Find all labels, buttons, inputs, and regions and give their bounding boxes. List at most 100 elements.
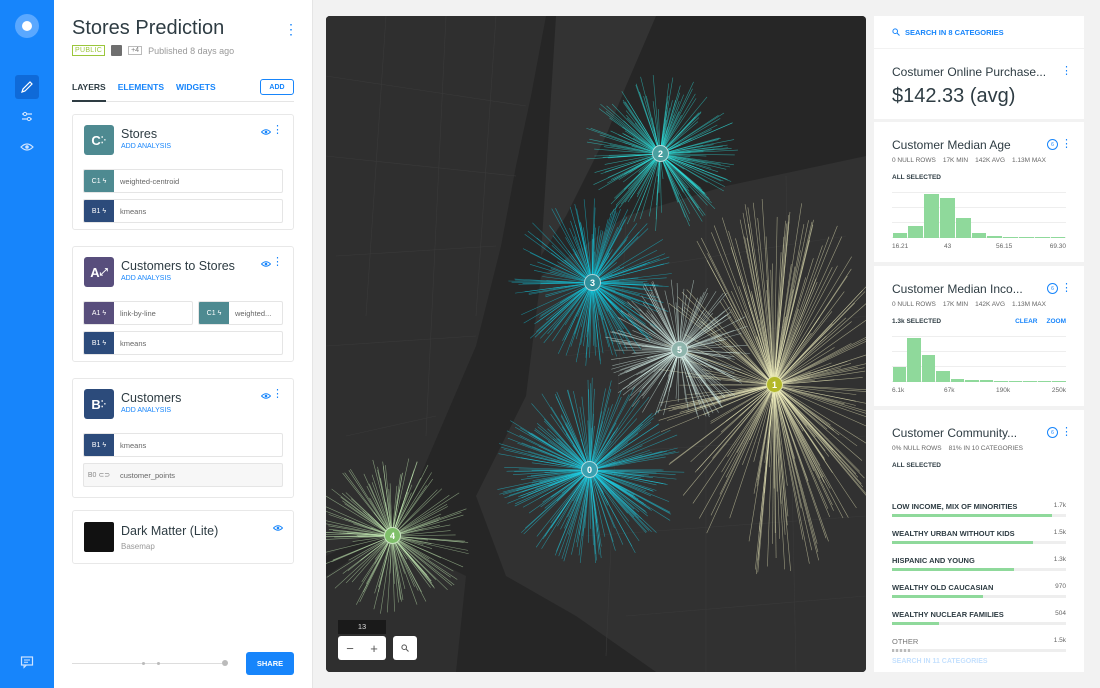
analysis-node[interactable]: C1 ϟ weighted... — [198, 301, 283, 325]
histogram-bar[interactable] — [965, 379, 979, 382]
histogram-bar[interactable] — [1008, 380, 1022, 382]
layer-letter-tile[interactable]: B ⁚· — [84, 389, 114, 419]
widget-info-icon[interactable]: 6 — [1047, 427, 1058, 438]
category-search-link[interactable]: SEARCH IN 11 CATEGORIES — [892, 658, 988, 665]
formula-value: $142.33 (avg) — [892, 85, 1016, 107]
timeline-slider[interactable] — [72, 660, 228, 666]
layer-name[interactable]: Customers to Stores — [121, 259, 235, 273]
basemap-card[interactable]: Dark Matter (Lite) Basemap — [72, 510, 294, 564]
histogram-bar[interactable] — [908, 225, 924, 238]
histogram-bar[interactable] — [1003, 237, 1019, 238]
layer-menu-icon[interactable]: ⋮ — [272, 389, 283, 400]
visibility-eye-icon[interactable] — [261, 128, 271, 136]
timeline-handle[interactable] — [222, 660, 228, 666]
widget-menu-icon[interactable]: ⋮ — [1061, 427, 1072, 438]
layer-name[interactable]: Stores — [121, 127, 157, 141]
histogram-bar[interactable] — [921, 354, 935, 382]
histogram-bar[interactable] — [892, 232, 908, 238]
layer-menu-icon[interactable]: ⋮ — [272, 125, 283, 136]
carto-logo-icon[interactable] — [15, 14, 39, 38]
analysis-node[interactable]: A1 ϟ link-by-line — [83, 301, 193, 325]
category-row[interactable]: OTHER 1.5k — [892, 637, 1066, 657]
histogram-bar[interactable] — [892, 366, 906, 382]
zoom-out-button[interactable]: − — [338, 636, 362, 660]
analysis-node[interactable]: B1 ϟ kmeans — [83, 331, 283, 355]
histogram-bar[interactable] — [924, 194, 939, 238]
histogram-bar[interactable] — [907, 338, 921, 382]
basemap-name[interactable]: Dark Matter (Lite) — [121, 524, 218, 538]
map-options-menu-icon[interactable]: ⋮ — [284, 22, 298, 36]
layer-card-stores[interactable]: C ⁚· Stores ADD ANALYSIS ⋮ C1 ϟ weighted-c… — [72, 114, 294, 230]
histogram-bar[interactable] — [950, 378, 964, 382]
histogram-bar[interactable] — [939, 197, 955, 238]
layer-menu-icon[interactable]: ⋮ — [272, 257, 283, 268]
category-bar-track — [892, 595, 1066, 598]
widget-menu-icon[interactable]: ⋮ — [1061, 139, 1072, 150]
layer-card-customers-to-stores[interactable]: A ⤢ Customers to Stores ADD ANALYSIS ⋮ A1… — [72, 246, 294, 362]
add-layer-button[interactable]: ADD — [260, 79, 294, 95]
widget-info-icon[interactable]: 6 — [1047, 139, 1058, 150]
feedback-chat-icon[interactable] — [15, 650, 39, 674]
collaborators-count[interactable]: +4 — [128, 46, 143, 55]
histogram-bar[interactable] — [987, 235, 1003, 238]
layer-name[interactable]: Customers — [121, 391, 181, 405]
tab-widgets[interactable]: WIDGETS — [176, 79, 216, 101]
widget-menu-icon[interactable]: ⋮ — [1061, 66, 1072, 77]
cluster-label-2[interactable]: 2 — [652, 145, 669, 162]
histogram-bar[interactable] — [1037, 381, 1051, 382]
category-row[interactable]: WEALTHY OLD CAUCASIAN 970 — [892, 583, 1066, 603]
histogram-bar[interactable] — [1023, 381, 1037, 382]
widgets-search[interactable]: SEARCH IN 8 CATEGORIES — [874, 16, 1084, 48]
preview-eye-icon[interactable] — [15, 135, 39, 159]
cluster-label-1[interactable]: 1 — [766, 376, 783, 393]
zoom-in-button[interactable]: + — [362, 636, 386, 660]
histogram-bar[interactable] — [971, 232, 987, 238]
share-button[interactable]: SHARE — [246, 652, 294, 675]
add-analysis-link[interactable]: ADD ANALYSIS — [121, 275, 171, 282]
histogram[interactable] — [892, 336, 1066, 382]
histogram-bar[interactable] — [936, 371, 950, 382]
histogram-bar[interactable] — [979, 380, 993, 382]
cluster-label-3[interactable]: 3 — [584, 274, 601, 291]
add-analysis-link[interactable]: ADD ANALYSIS — [121, 143, 171, 150]
tab-elements[interactable]: ELEMENTS — [118, 79, 164, 101]
category-row[interactable]: WEALTHY NUCLEAR FAMILIES 504 — [892, 610, 1066, 630]
layer-letter-tile[interactable]: C ⁚· — [84, 125, 114, 155]
settings-sliders-icon[interactable] — [15, 105, 39, 129]
layer-letter-tile[interactable]: A ⤢ — [84, 257, 114, 287]
layer-card-customers[interactable]: B ⁚· Customers ADD ANALYSIS ⋮ B1 ϟ kmeans … — [72, 378, 294, 498]
category-row[interactable]: HISPANIC AND YOUNG 1.3k — [892, 556, 1066, 576]
histogram[interactable] — [892, 192, 1066, 238]
visibility-eye-icon[interactable] — [261, 392, 271, 400]
histogram-bar[interactable] — [994, 380, 1008, 382]
widget-info-icon[interactable]: 6 — [1047, 283, 1058, 294]
map-render[interactable] — [326, 16, 866, 672]
analysis-node[interactable]: B1 ϟ kmeans — [83, 199, 283, 223]
clear-button[interactable]: CLEAR — [1015, 318, 1037, 325]
map-canvas[interactable]: 2 3 5 1 0 4 13 − + — [326, 16, 866, 672]
cluster-label-4[interactable]: 4 — [384, 527, 401, 544]
category-row[interactable]: WEALTHY URBAN WITHOUT KIDS 1.5k — [892, 529, 1066, 549]
cluster-label-0[interactable]: 0 — [581, 461, 598, 478]
histogram-bar[interactable] — [1019, 237, 1034, 238]
histogram-bar[interactable] — [1050, 237, 1066, 238]
category-row[interactable]: LOW INCOME, MIX OF MINORITIES 1.7k — [892, 502, 1066, 522]
zoom-button[interactable]: ZOOM — [1047, 318, 1067, 325]
widget-menu-icon[interactable]: ⋮ — [1061, 283, 1072, 294]
add-analysis-link[interactable]: ADD ANALYSIS — [121, 407, 171, 414]
visibility-eye-icon[interactable] — [273, 524, 283, 532]
map-title[interactable]: Stores Prediction — [72, 17, 224, 40]
histogram-bar[interactable] — [1034, 237, 1050, 238]
map-search-button[interactable] — [393, 636, 417, 660]
source-node[interactable]: B0 ⊂⊃ customer_points — [83, 463, 283, 487]
basemap-thumbnail — [84, 522, 114, 552]
edit-pencil-icon[interactable] — [15, 75, 39, 99]
tab-layers[interactable]: LAYERS — [72, 79, 106, 102]
visibility-badge[interactable]: PUBLIC — [72, 45, 106, 56]
histogram-bar[interactable] — [955, 218, 971, 238]
visibility-eye-icon[interactable] — [261, 260, 271, 268]
analysis-node[interactable]: B1 ϟ kmeans — [83, 433, 283, 457]
histogram-bar[interactable] — [1052, 381, 1066, 382]
cluster-label-5[interactable]: 5 — [671, 341, 688, 358]
analysis-node[interactable]: C1 ϟ weighted-centroid — [83, 169, 283, 193]
